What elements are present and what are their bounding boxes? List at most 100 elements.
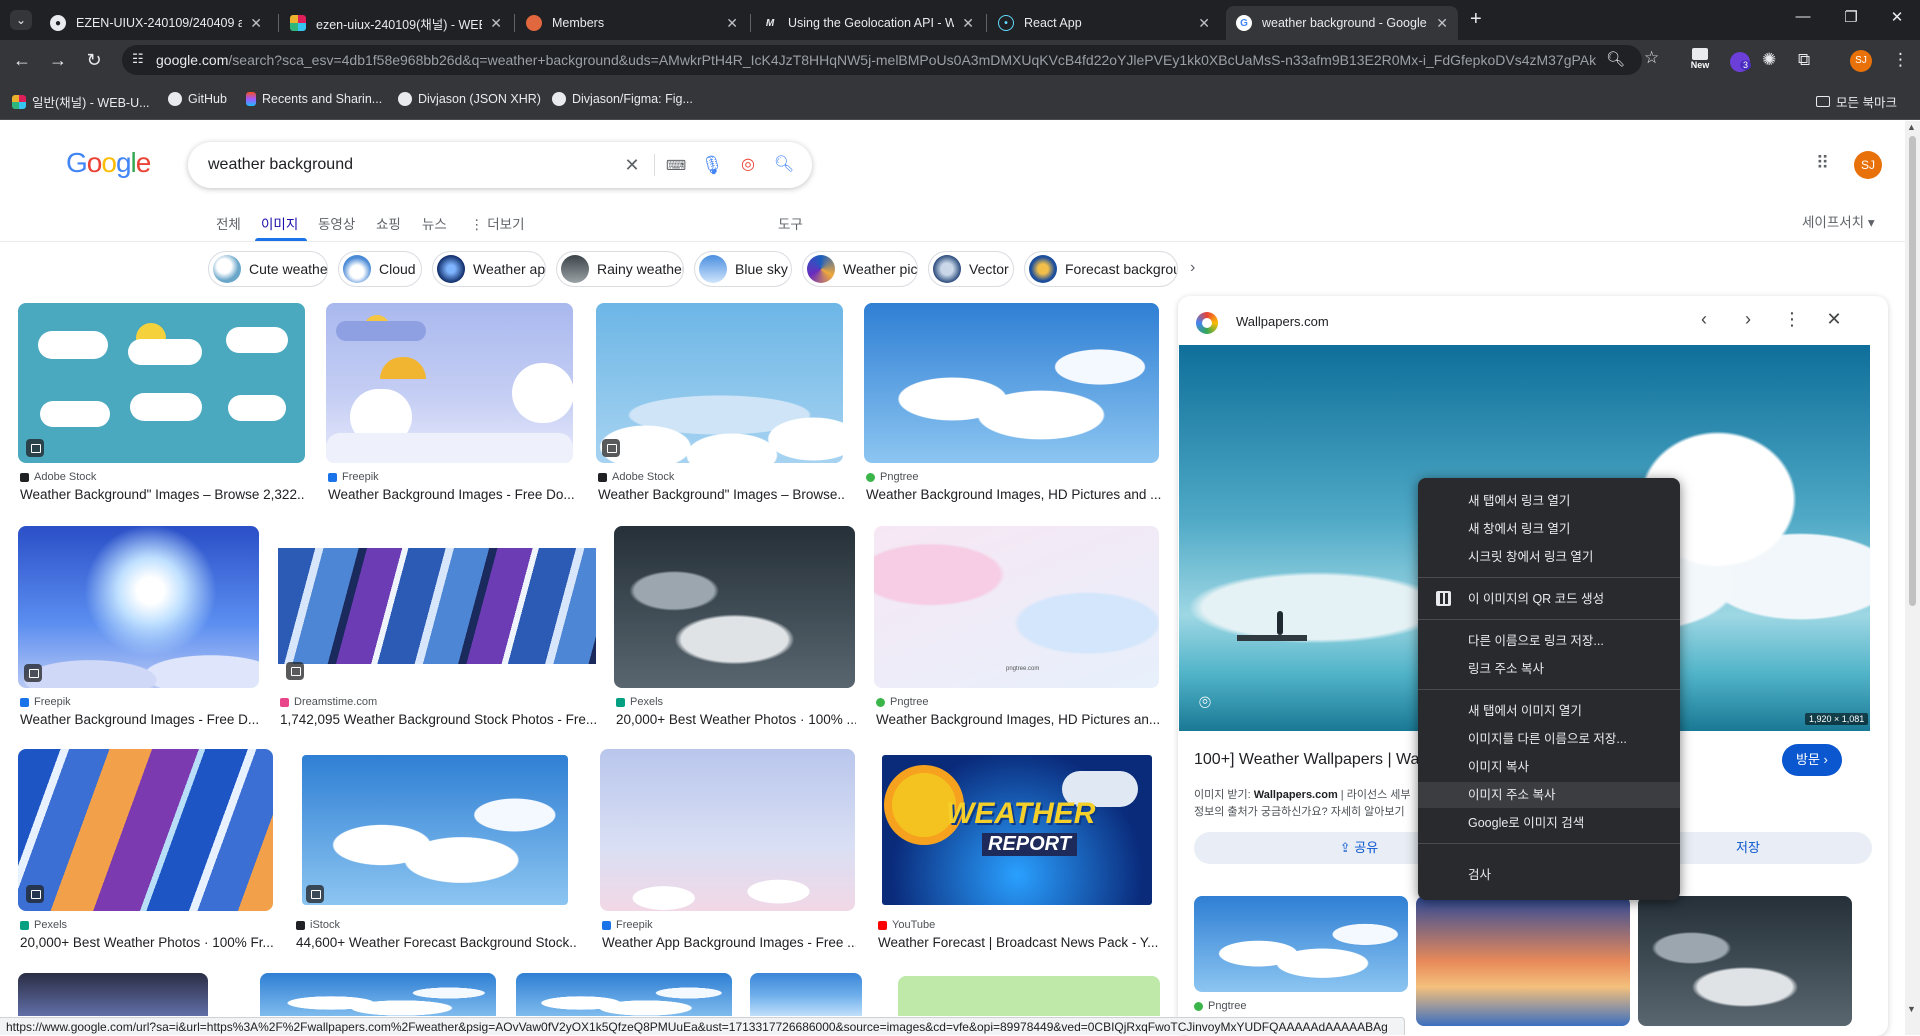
- tab-videos[interactable]: 동영상: [318, 213, 355, 233]
- search-box[interactable]: weather background ✕ ⌨ 🎙︎ ◎ 🔍︎: [188, 142, 812, 188]
- result-image[interactable]: [294, 749, 575, 911]
- result-image[interactable]: [278, 526, 596, 688]
- all-bookmarks[interactable]: 모든 북마크: [1816, 92, 1897, 111]
- close-panel-icon[interactable]: ✕: [1822, 307, 1846, 331]
- site-info-icon[interactable]: ☷: [132, 51, 144, 67]
- panel-source-name[interactable]: Wallpapers.com: [1236, 314, 1329, 329]
- clear-icon[interactable]: ✕: [620, 153, 644, 177]
- close-icon[interactable]: ✕: [1436, 15, 1448, 32]
- new-tab-button[interactable]: +: [1470, 8, 1482, 31]
- profile-avatar[interactable]: SJ: [1850, 50, 1872, 72]
- menu-generate-qr[interactable]: 이 이미지의 QR 코드 생성: [1418, 586, 1680, 612]
- tab-shopping[interactable]: 쇼핑: [376, 213, 401, 233]
- result-image[interactable]: [18, 303, 305, 463]
- menu-copy-link-address[interactable]: 링크 주소 복사: [1418, 656, 1680, 682]
- menu-open-link-incognito[interactable]: 시크릿 창에서 링크 열기: [1418, 544, 1680, 570]
- next-chevron-icon[interactable]: ›: [1736, 307, 1760, 331]
- chip-cute-weather[interactable]: Cute weather: [208, 251, 328, 287]
- close-icon[interactable]: ✕: [1198, 15, 1210, 32]
- result-title[interactable]: 1,742,095 Weather Background Stock Photo…: [280, 712, 596, 727]
- result-image[interactable]: [260, 973, 496, 1016]
- keyboard-icon[interactable]: ⌨: [664, 153, 688, 177]
- result-image[interactable]: [18, 526, 259, 688]
- related-image[interactable]: [1194, 896, 1408, 992]
- menu-kebab-icon[interactable]: ⋮: [1892, 50, 1909, 70]
- previous-chevron-icon[interactable]: ‹: [1692, 307, 1716, 331]
- back-icon[interactable]: ←: [10, 48, 34, 72]
- chip-rainy-weather[interactable]: Rainy weather: [556, 251, 684, 287]
- account-avatar[interactable]: SJ: [1854, 151, 1882, 179]
- menu-copy-image-address[interactable]: 이미지 주소 복사: [1418, 782, 1680, 808]
- scroll-up-icon[interactable]: ▲: [1907, 122, 1916, 132]
- result-title[interactable]: Weather Background Images, HD Pictures a…: [866, 487, 1161, 502]
- close-icon[interactable]: ✕: [490, 15, 502, 32]
- result-image[interactable]: WEATHER REPORT: [876, 749, 1159, 911]
- result-title[interactable]: Weather Background Images - Free Do...: [328, 487, 574, 502]
- microphone-icon[interactable]: 🎙︎: [700, 153, 724, 177]
- tab-slack[interactable]: ezen-uiux-240109(채널) - WEB ✕: [280, 6, 512, 40]
- chip-weather-pics[interactable]: Weather pics: [802, 251, 918, 287]
- result-image[interactable]: [18, 973, 208, 1016]
- result-image[interactable]: pngtree.com: [874, 526, 1159, 688]
- forward-icon[interactable]: →: [46, 48, 70, 72]
- menu-save-image-as[interactable]: 이미지를 다른 이름으로 저장...: [1418, 726, 1680, 752]
- result-title[interactable]: Weather App Background Images - Free ...: [602, 935, 856, 950]
- menu-search-image-google[interactable]: Google로 이미지 검색: [1418, 810, 1680, 836]
- lens-search-icon[interactable]: ⌾: [1191, 689, 1219, 717]
- tab-news[interactable]: 뉴스: [422, 213, 447, 233]
- zoom-icon[interactable]: 🔍︎: [1606, 50, 1625, 68]
- result-image[interactable]: [614, 526, 855, 688]
- scroll-down-icon[interactable]: ▼: [1907, 1004, 1916, 1014]
- result-title[interactable]: 20,000+ Best Weather Photos · 100% ...: [616, 712, 856, 727]
- tab-mdn[interactable]: M Using the Geolocation API - W ✕: [752, 6, 984, 40]
- result-image[interactable]: [750, 973, 862, 1016]
- tab-react[interactable]: • React App ✕: [988, 6, 1220, 40]
- tab-all[interactable]: 전체: [216, 213, 241, 233]
- result-title[interactable]: Weather Forecast | Broadcast News Pack -…: [878, 935, 1160, 950]
- new-feature-icon[interactable]: New: [1688, 48, 1712, 76]
- chip-forecast-background[interactable]: Forecast background: [1024, 251, 1178, 287]
- result-image[interactable]: [898, 976, 1160, 1016]
- menu-save-link-as[interactable]: 다른 이름으로 링크 저장...: [1418, 628, 1680, 654]
- address-bar[interactable]: ☷ google.com/search?sca_esv=4db1f58e968b…: [122, 45, 1659, 75]
- close-icon[interactable]: ✕: [962, 15, 974, 32]
- chip-blue-sky[interactable]: Blue sky: [694, 251, 792, 287]
- minimize-icon[interactable]: —: [1780, 8, 1826, 25]
- result-image[interactable]: [516, 973, 732, 1016]
- lens-icon[interactable]: ◎: [736, 153, 760, 177]
- result-title[interactable]: Weather Background" Images – Browse 2,32…: [20, 487, 305, 502]
- bookmark-star-icon[interactable]: ☆: [1644, 48, 1659, 68]
- bookmark-item[interactable]: Divjason/Figma: Fig...: [552, 92, 693, 106]
- tab-github[interactable]: ● EZEN-UIUX-240109/240409 at ✕: [40, 6, 272, 40]
- visit-button[interactable]: 방문 ›: [1782, 744, 1842, 776]
- menu-open-link-new-window[interactable]: 새 창에서 링크 열기: [1418, 516, 1680, 542]
- menu-inspect[interactable]: 검사: [1418, 862, 1680, 888]
- related-image[interactable]: [1416, 896, 1630, 1026]
- result-image[interactable]: [864, 303, 1159, 463]
- result-image[interactable]: [18, 749, 273, 911]
- apps-grid-icon[interactable]: ⠿: [1816, 153, 1829, 174]
- result-title[interactable]: Weather Background Images - Free D...: [20, 712, 260, 727]
- tab-google-active[interactable]: G weather background - Google ✕: [1226, 6, 1458, 40]
- bookmark-item[interactable]: GitHub: [168, 92, 227, 106]
- more-options-icon[interactable]: ⋮: [1780, 307, 1804, 331]
- search-icon[interactable]: 🔍︎: [772, 153, 796, 177]
- close-icon[interactable]: ✕: [726, 15, 738, 32]
- url-text[interactable]: google.com/search?sca_esv=4db1f58e968bb2…: [156, 52, 1596, 68]
- panel-title[interactable]: 100+] Weather Wallpapers | Wa: [1194, 751, 1419, 769]
- chip-vector[interactable]: Vector: [928, 251, 1014, 287]
- close-icon[interactable]: ✕: [250, 15, 262, 32]
- restore-icon[interactable]: ❐: [1828, 8, 1874, 26]
- result-title[interactable]: 44,600+ Weather Forecast Background Stoc…: [296, 935, 576, 950]
- gear-extension-icon[interactable]: ✺: [1762, 50, 1776, 70]
- chip-cloud[interactable]: Cloud: [338, 251, 422, 287]
- tab-more[interactable]: ⋮ 더보기: [470, 213, 525, 233]
- result-title[interactable]: Weather Background Images, HD Pictures a…: [876, 712, 1161, 727]
- tab-search-icon[interactable]: ⌄: [10, 10, 32, 30]
- scrollbar-thumb[interactable]: [1909, 136, 1916, 606]
- result-title[interactable]: Weather Background" Images – Browse...: [598, 487, 844, 502]
- reload-icon[interactable]: ↻: [82, 48, 106, 72]
- related-image[interactable]: [1638, 896, 1852, 1026]
- bookmark-item[interactable]: Recents and Sharin...: [246, 92, 382, 106]
- result-image[interactable]: [596, 303, 843, 463]
